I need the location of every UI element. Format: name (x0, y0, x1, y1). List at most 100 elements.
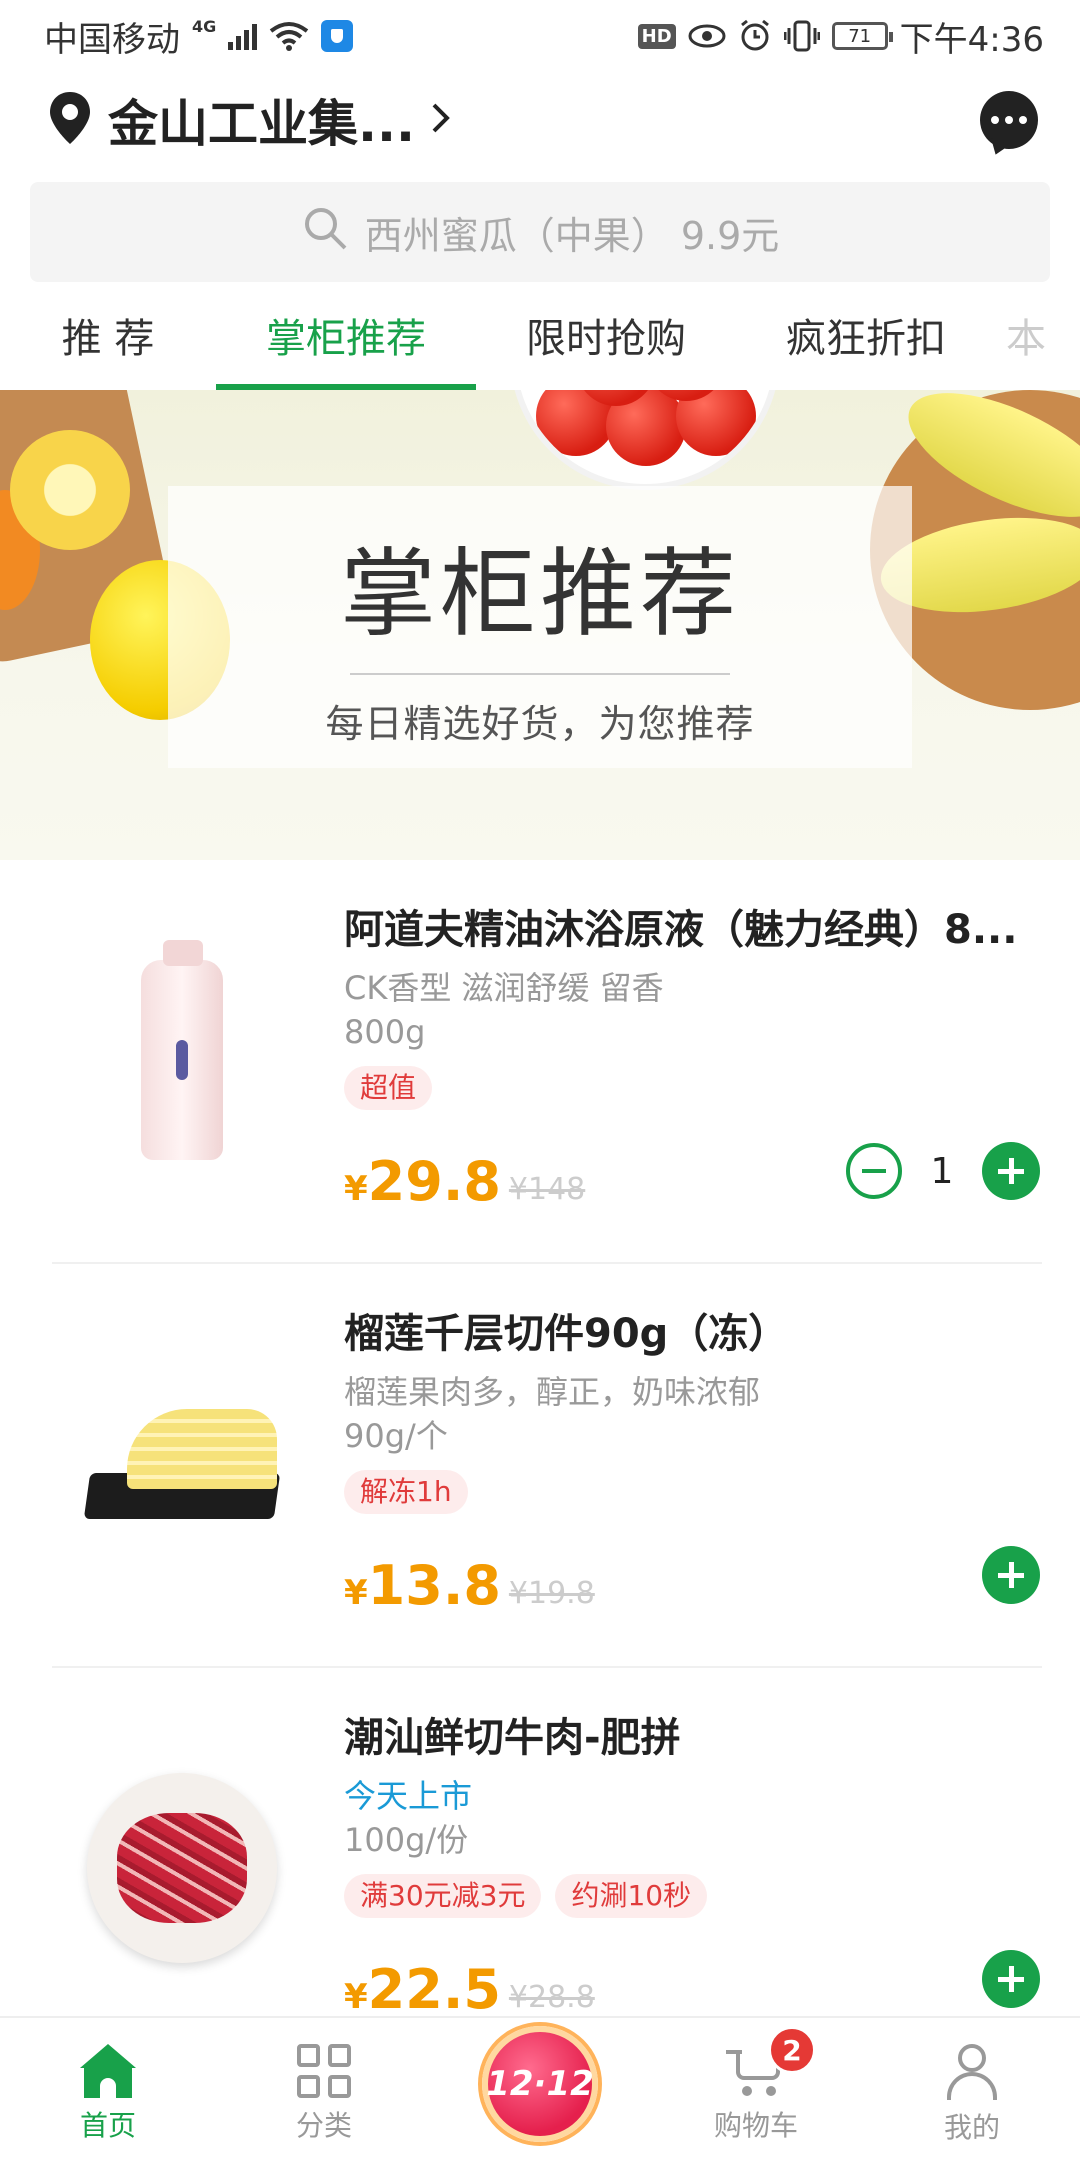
original-price: ¥28.8 (508, 1980, 595, 2015)
nav-label: 首页 (79, 2109, 136, 2142)
tomato-bowl-image (510, 390, 780, 490)
product-price: ¥ 13.8 (344, 1554, 501, 1617)
bottom-nav: 首页 分类 12·12 2 购物车 我的 (0, 2016, 1080, 2160)
plus-icon[interactable] (982, 1142, 1040, 1200)
nav-category[interactable]: 分类 (216, 2018, 432, 2160)
top-header: 金山工业集... (0, 80, 1080, 160)
nav-home[interactable]: 首页 (0, 2018, 216, 2160)
beef-plate-image (87, 1773, 277, 1963)
hd-icon: HD (637, 23, 676, 49)
product-spec: 800g (344, 1013, 426, 1051)
quantity-stepper: 1 (846, 1142, 1040, 1200)
original-price: ¥19.8 (508, 1576, 595, 1611)
search-icon (301, 204, 349, 261)
original-price: ¥148 (508, 1172, 586, 1207)
product-tags: 解冻1h (344, 1470, 1050, 1514)
product-name[interactable]: 榴莲千层切件90g（冻） (344, 1306, 1044, 1362)
price-row: ¥ 29.8 ¥148 1 (344, 1142, 1040, 1213)
tab-shopkeeper-picks[interactable]: 掌柜推荐 (216, 296, 476, 390)
nav-label: 购物车 (713, 2109, 798, 2142)
body-wash-bottle-image (141, 940, 223, 1160)
durian-cake-image (83, 1409, 281, 1519)
add-to-cart (982, 1950, 1040, 2008)
nav-label: 我的 (943, 2111, 1000, 2144)
currency-symbol: ¥ (344, 1977, 368, 2017)
promo-text: 12·12 (486, 2064, 594, 2104)
product-item[interactable]: 阿道夫精油沐浴原液（魅力经典）8... CK香型 滋润舒缓 留香 800g 超值… (0, 860, 1080, 1264)
product-price: ¥ 29.8 (344, 1150, 501, 1213)
cart-count-badge: 2 (768, 2026, 816, 2074)
carrier-name: 中国移动 (44, 19, 180, 60)
product-info: 榴莲千层切件90g（冻） 榴莲果肉多，醇正，奶味浓郁 90g/个 解冻1h (344, 1306, 1050, 1514)
product-tag: 超值 (344, 1066, 433, 1110)
product-tags: 超值 (344, 1066, 1050, 1110)
nav-promo[interactable]: 12·12 (432, 2018, 648, 2160)
add-to-cart (982, 1546, 1040, 1604)
chevron-right-icon (429, 100, 453, 140)
promo-banner[interactable]: 掌柜推荐 每日精选好货，为您推荐 (0, 390, 1080, 860)
product-price: ¥ 22.5 (344, 1958, 501, 2021)
quantity-value: 1 (930, 1150, 954, 1192)
product-item[interactable]: 榴莲千层切件90g（冻） 榴莲果肉多，醇正，奶味浓郁 90g/个 解冻1h ¥ … (0, 1264, 1080, 1668)
location-selector[interactable]: 金山工业集... (46, 84, 453, 156)
tab-flash-sale[interactable]: 限时抢购 (476, 296, 736, 390)
product-info: 阿道夫精油沐浴原液（魅力经典）8... CK香型 滋润舒缓 留香 800g 超值 (344, 902, 1050, 1110)
alarm-icon (738, 19, 772, 53)
product-description: 榴莲果肉多，醇正，奶味浓郁 (344, 1373, 761, 1411)
product-spec: 100g/份 (344, 1821, 469, 1859)
signal-icon (228, 22, 258, 50)
category-tabs: 推 荐 掌柜推荐 限时抢购 疯狂折扣 本 (0, 296, 1080, 390)
tab-recommend[interactable]: 推 荐 (0, 296, 216, 390)
price-value: 22.5 (367, 1958, 501, 2021)
product-list: 阿道夫精油沐浴原液（魅力经典）8... CK香型 滋润舒缓 留香 800g 超值… (0, 860, 1080, 2072)
nav-mine[interactable]: 我的 (864, 2018, 1080, 2160)
grid-icon (297, 2044, 351, 2098)
home-icon (80, 2044, 136, 2098)
product-image[interactable] (72, 1354, 292, 1574)
vibrate-icon (783, 20, 820, 52)
product-name[interactable]: 阿道夫精油沐浴原液（魅力经典）8... (344, 902, 1044, 958)
status-bar: 中国移动 4G HD 71 下午4:36 (0, 0, 1080, 72)
product-info: 潮汕鲜切牛肉-肥拼 今天上市 100g/份 满30元减3元 约涮10秒 (344, 1710, 1050, 1918)
status-left: 中国移动 4G (44, 12, 354, 61)
nav-cart[interactable]: 2 购物车 (648, 2018, 864, 2160)
product-description: CK香型 滋润舒缓 留香 (344, 969, 664, 1007)
promo-1212-icon: 12·12 (482, 2026, 598, 2142)
clock-time: 下午4:36 (899, 19, 1044, 60)
nav-label: 分类 (295, 2109, 352, 2142)
chat-icon[interactable] (980, 91, 1038, 149)
user-icon (945, 2044, 999, 2100)
security-shield-icon (321, 20, 354, 52)
currency-symbol: ¥ (344, 1169, 368, 1209)
battery-icon: 71 (831, 22, 893, 50)
plus-icon[interactable] (982, 1546, 1040, 1604)
product-tag: 满30元减3元 (344, 1874, 542, 1918)
product-name[interactable]: 潮汕鲜切牛肉-肥拼 (344, 1710, 1044, 1766)
wifi-icon (269, 21, 309, 51)
currency-symbol: ¥ (344, 1573, 368, 1613)
banner-divider (350, 673, 730, 675)
eye-icon (688, 23, 726, 49)
banner-title: 掌柜推荐 (340, 538, 740, 650)
network-type: 4G (192, 16, 217, 36)
location-name: 金山工业集... (108, 95, 415, 153)
product-tag: 约涮10秒 (555, 1874, 708, 1918)
status-right: HD 71 下午4:36 (637, 12, 1044, 61)
price-value: 13.8 (367, 1554, 501, 1617)
product-tags: 满30元减3元 约涮10秒 (344, 1874, 1050, 1918)
price-row: ¥ 22.5 ¥28.8 (344, 1950, 1040, 2021)
tab-crazy-discount[interactable]: 疯狂折扣 (736, 296, 996, 390)
product-tag: 解冻1h (344, 1470, 468, 1514)
product-spec: 90g/个 (344, 1417, 448, 1455)
search-placeholder: 西州蜜瓜（中果） 9.9元 (364, 213, 780, 258)
product-image[interactable] (72, 1758, 292, 1978)
banner-card: 掌柜推荐 每日精选好货，为您推荐 (168, 486, 912, 768)
minus-icon[interactable] (846, 1143, 902, 1199)
plus-icon[interactable] (982, 1950, 1040, 2008)
price-row: ¥ 13.8 ¥19.8 (344, 1546, 1040, 1617)
lemon-slice-image (10, 430, 130, 550)
product-item[interactable]: 潮汕鲜切牛肉-肥拼 今天上市 100g/份 满30元减3元 约涮10秒 ¥ 22… (0, 1668, 1080, 2072)
tab-partial[interactable]: 本 (996, 296, 1056, 390)
search-input[interactable]: 西州蜜瓜（中果） 9.9元 (30, 182, 1050, 282)
product-image[interactable] (72, 940, 292, 1170)
